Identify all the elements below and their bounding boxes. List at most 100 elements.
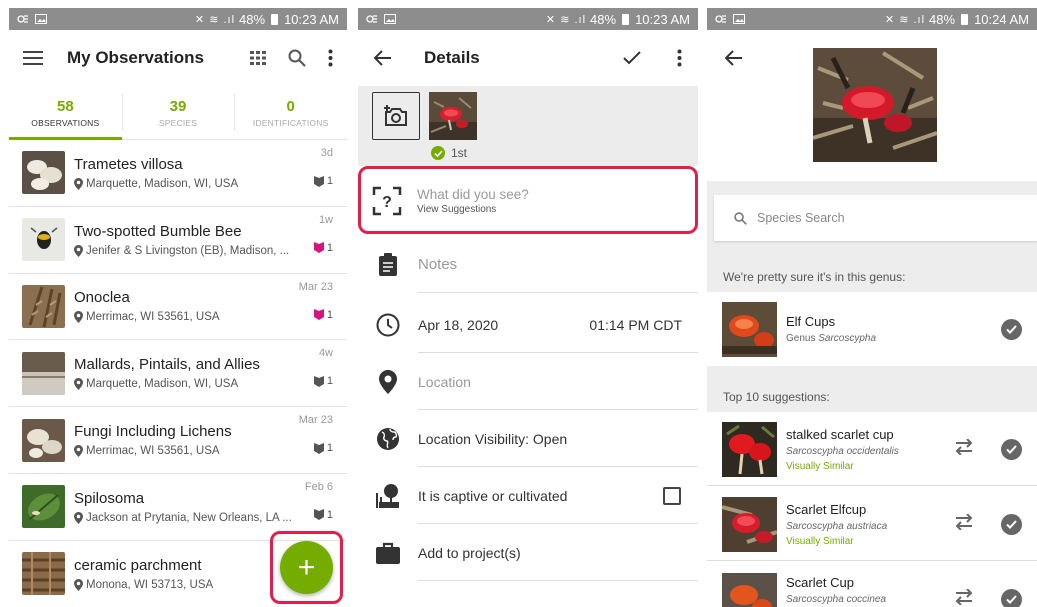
menu-icon[interactable] [23, 51, 43, 65]
observation-name: Two-spotted Bumble Bee [74, 222, 242, 240]
image-icon [35, 14, 47, 24]
suggestion-item[interactable]: stalked scarlet cup Sarcoscypha occident… [707, 412, 1037, 486]
identification-badge-icon [313, 175, 324, 187]
select-species-icon[interactable] [1001, 438, 1022, 460]
observation-photo [813, 48, 937, 162]
save-check-icon[interactable] [623, 51, 641, 65]
visibility-row[interactable]: Location Visibility: Open [358, 410, 698, 467]
observation-name: Trametes villosa [74, 155, 183, 173]
overflow-menu-icon[interactable] [328, 49, 333, 67]
image-icon [733, 14, 745, 24]
add-photo-button[interactable] [372, 92, 420, 140]
observation-photo[interactable] [429, 92, 477, 140]
back-arrow-icon[interactable] [374, 50, 392, 66]
captive-label: It is captive or cultivated [418, 487, 568, 504]
genus-suggestion[interactable]: Elf Cups Genus Sarcoscypha [707, 292, 1037, 366]
observation-date: Mar 23 [298, 280, 333, 293]
observation-location: Merrimac, WI 53561, USA [86, 311, 220, 324]
species-common-name: Scarlet Cup [786, 575, 854, 590]
identification-number: 1 [326, 442, 333, 455]
select-species-icon[interactable] [1001, 318, 1022, 340]
observation-location: Marquette, Madison, WI, USA [86, 378, 239, 391]
app-bar: Details [358, 30, 698, 86]
photo-strip: 1st [358, 86, 698, 166]
identification-badge-icon [313, 442, 324, 454]
observation-thumbnail [22, 485, 65, 529]
notification-icons [715, 14, 745, 24]
page-title: My Observations [67, 48, 204, 67]
observation-date: Feb 6 [304, 480, 333, 493]
location-row[interactable]: Location [358, 353, 698, 410]
tab-count: 39 [169, 97, 187, 115]
species-common-name: Scarlet Elfcup [786, 501, 867, 517]
select-species-icon[interactable] [1001, 589, 1022, 607]
badge-label: 1st [451, 146, 468, 160]
compare-icon[interactable] [955, 437, 973, 460]
observation-name: Onoclea [74, 289, 130, 307]
observation-location: Merrimac, WI 53561, USA [86, 445, 220, 458]
project-row[interactable]: Add to project(s) [358, 524, 698, 581]
top-suggestions-header: Top 10 suggestions: [707, 366, 1037, 412]
camera-add-icon [384, 105, 407, 126]
tab-count: 0 [286, 97, 295, 115]
notification-icons [366, 14, 396, 24]
species-scientific-name: Sarcoscypha austriaca [786, 520, 888, 532]
suggestion-item[interactable]: Scarlet Elfcup Sarcoscypha austriaca Vis… [707, 487, 1037, 561]
identification-count: 1 [313, 375, 333, 387]
observation-name: Mallards, Pintails, and Allies [74, 356, 260, 374]
location-pin-icon [74, 578, 83, 591]
select-species-icon[interactable] [1001, 513, 1022, 535]
captive-row[interactable]: It is captive or cultivated [358, 467, 698, 524]
location-pin-icon [74, 445, 83, 458]
tab-label: OBSERVATIONS [31, 117, 100, 128]
top-suggestions-label: Top 10 suggestions: [723, 390, 830, 404]
suggestion-item[interactable]: Scarlet Cup Sarcoscypha coccinea [707, 563, 1037, 607]
location-input[interactable]: Location [418, 374, 698, 390]
tab-identifications[interactable]: 0 IDENTIFICATIONS [234, 86, 347, 139]
search-area: Species Search We're pretty sure it's in… [707, 181, 1037, 292]
identification-number: 1 [326, 308, 333, 321]
captive-checkbox[interactable] [663, 486, 681, 505]
notification-icons [17, 14, 47, 24]
observation-row[interactable]: Fungi Including Lichens Merrimac, WI 5356… [9, 407, 347, 474]
grid-view-icon[interactable] [250, 51, 266, 65]
identification-badge-icon [313, 309, 324, 321]
notes-row[interactable]: Notes [358, 236, 698, 293]
observation-thumbnail [22, 218, 65, 262]
observation-thumbnail [22, 151, 65, 195]
tab-species[interactable]: 39 SPECIES [121, 86, 235, 139]
captive-plant-icon [376, 483, 399, 508]
tab-count: 58 [56, 97, 74, 115]
tab-observations[interactable]: 58 OBSERVATIONS [9, 86, 122, 140]
battery-percent: 48% [239, 11, 266, 27]
identification-badge-icon [313, 509, 324, 521]
briefcase-icon [376, 542, 400, 564]
back-arrow-icon[interactable] [725, 50, 743, 66]
signal-icon: ✕ ≋ .ıl [884, 13, 926, 26]
observation-date: 4w [318, 347, 333, 360]
search-icon[interactable] [288, 49, 306, 67]
observation-location: Jackson at Prytania, New Orleans, LA ... [86, 511, 292, 524]
signal-icon: ✕ ≋ .ıl [545, 13, 587, 26]
observation-date: Mar 23 [298, 414, 333, 427]
notes-input[interactable]: Notes [418, 256, 698, 273]
observation-row[interactable]: Two-spotted Bumble Bee Jenifer & S Living… [9, 207, 347, 274]
tab-label: SPECIES [158, 117, 198, 128]
location-pin-icon [74, 511, 83, 524]
overflow-menu-icon[interactable] [677, 49, 682, 67]
add-to-project-button[interactable]: Add to project(s) [418, 545, 698, 561]
observation-row[interactable]: Trametes villosa Marquette, Madison, WI, … [9, 140, 347, 207]
sync-icon [17, 15, 28, 23]
tab-label: IDENTIFICATIONS [252, 117, 329, 128]
species-search-input[interactable]: Species Search [714, 195, 1037, 241]
identification-count: 1 [313, 175, 333, 187]
identification-count: 1 [313, 509, 333, 521]
identification-number: 1 [326, 241, 333, 254]
observation-thumbnail [22, 418, 65, 462]
compare-icon[interactable] [955, 588, 973, 607]
stats-tabs: 58 OBSERVATIONS 39 SPECIES 0 IDENTIFICAT… [9, 86, 347, 140]
observation-row[interactable]: Onoclea Merrimac, WI 53561, USA Mar 23 1 [9, 274, 347, 341]
date-row[interactable]: Apr 18, 2020 01:14 PM CDT [358, 296, 698, 353]
compare-icon[interactable] [955, 512, 973, 535]
observation-row[interactable]: Mallards, Pintails, and Allies Marquette,… [9, 340, 347, 408]
